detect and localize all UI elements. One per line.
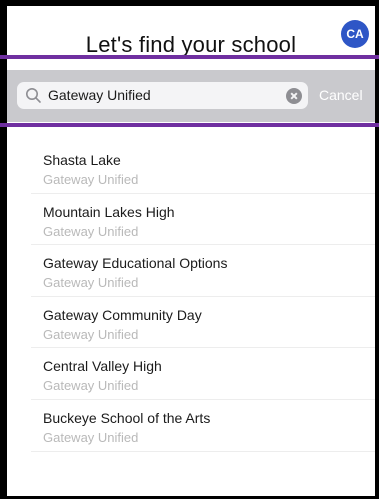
- school-name: Shasta Lake: [43, 152, 121, 168]
- school-name: Central Valley High: [43, 358, 162, 375]
- clear-icon[interactable]: [286, 88, 302, 104]
- cancel-button[interactable]: Cancel: [319, 87, 363, 103]
- list-item[interactable]: Gateway Educational Options Gateway Unif…: [31, 245, 375, 297]
- search-icon: [26, 88, 41, 103]
- school-district: Gateway Unified: [43, 429, 139, 445]
- school-name: Buckeye School of the Arts: [43, 409, 211, 426]
- list-item[interactable]: Buckeye School of the Arts Gateway Unifi…: [31, 400, 375, 452]
- highlight-line-bottom: [0, 123, 379, 127]
- school-name: Gateway Community Day: [43, 306, 202, 323]
- school-district: Gateway Unified: [43, 275, 139, 291]
- highlight-line-top: [0, 55, 379, 59]
- school-name: Mountain Lakes High: [43, 203, 175, 220]
- list-item[interactable]: Shasta Lake Gateway Unified: [31, 142, 375, 194]
- avatar[interactable]: CA: [341, 20, 369, 48]
- app-screen: Let's find your school CA Gateway Unifie…: [7, 6, 375, 496]
- school-district: Gateway Unified: [43, 326, 139, 342]
- school-district: Gateway Unified: [43, 172, 139, 187]
- list-item[interactable]: Gateway Community Day Gateway Unified: [31, 297, 375, 349]
- school-name: Gateway Educational Options: [43, 255, 228, 272]
- results-list: Shasta Lake Gateway Unified Mountain Lak…: [7, 142, 375, 452]
- list-item[interactable]: Central Valley High Gateway Unified: [31, 348, 375, 400]
- school-district: Gateway Unified: [43, 378, 139, 394]
- search-input-value: Gateway Unified: [48, 87, 151, 103]
- search-input[interactable]: Gateway Unified: [17, 82, 308, 109]
- list-item[interactable]: Mountain Lakes High Gateway Unified: [31, 194, 375, 246]
- school-district: Gateway Unified: [43, 223, 139, 239]
- search-bar: Gateway Unified Cancel: [7, 70, 375, 122]
